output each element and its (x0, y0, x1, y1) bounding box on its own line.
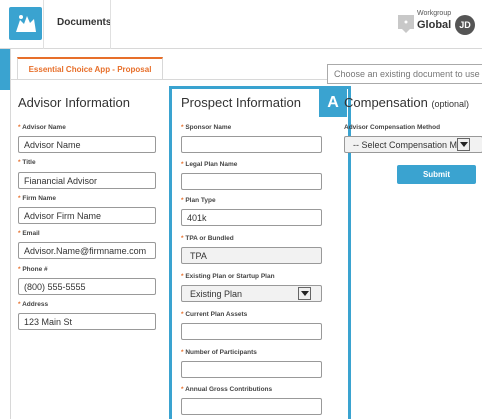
workgroup-value[interactable]: Global (417, 19, 451, 31)
workgroup-icon[interactable] (398, 15, 414, 33)
divider (43, 0, 44, 49)
tpa-or-bundled-label: * TPA or Bundled (181, 235, 234, 242)
current-plan-assets-label: * Current Plan Assets (181, 311, 248, 318)
email-label: * Email (18, 230, 40, 237)
address-label: * Address (18, 301, 49, 308)
advisor-name-label: * Advisor Name (18, 124, 66, 131)
tab-essential-choice[interactable]: Essential Choice App - Proposal (17, 57, 163, 80)
existing-plan-label: * Existing Plan or Startup Plan (181, 273, 275, 280)
existing-plan-value: Existing Plan (190, 289, 243, 299)
advisor-section-title: Advisor Information (18, 95, 130, 110)
compensation-method-value: -- Select Compensation Meth (353, 140, 470, 150)
phone-label: * Phone # (18, 266, 48, 273)
user-avatar[interactable]: JD (455, 15, 475, 35)
phone-input[interactable]: (800) 555-5555 (18, 278, 156, 295)
main-content: Essential Choice App - Proposal Choose a… (10, 49, 482, 419)
compensation-method-label: Advisor Compensation Method (344, 124, 441, 131)
email-input[interactable]: Advisor.Name@firmname.com (18, 242, 156, 259)
app-logo[interactable] (9, 7, 42, 40)
chevron-down-icon[interactable] (457, 138, 470, 151)
participants-label: * Number of Participants (181, 349, 257, 356)
prospect-section-title: Prospect Information (181, 95, 301, 110)
compensation-section-title: Compensation (optional) (344, 95, 469, 110)
title-input[interactable]: Fianancial Advisor (18, 172, 156, 189)
firm-name-label: * Firm Name (18, 195, 56, 202)
sponsor-name-input[interactable] (181, 136, 322, 153)
workgroup-label: Workgroup (417, 10, 452, 17)
advisor-name-input[interactable]: Advisor Name (18, 136, 156, 153)
document-picker-input[interactable]: Choose an existing document to use a... (327, 64, 482, 84)
tpa-or-bundled-value: TPA (190, 251, 207, 261)
title-label: * Title (18, 159, 36, 166)
firm-name-input[interactable]: Advisor Firm Name (18, 207, 156, 224)
participants-input[interactable] (181, 361, 322, 378)
submit-button[interactable]: Submit (397, 165, 476, 184)
chevron-down-icon[interactable] (298, 287, 311, 300)
annual-contributions-input[interactable] (181, 398, 322, 415)
address-input[interactable]: 123 Main St (18, 313, 156, 330)
sponsor-name-label: * Sponsor Name (181, 124, 232, 131)
tpa-or-bundled-select[interactable]: TPA (181, 247, 322, 264)
documents-link[interactable]: Documents (57, 17, 111, 28)
compensation-method-select[interactable]: -- Select Compensation Meth (344, 136, 482, 153)
logo-icon (15, 14, 36, 32)
callout-badge: A (319, 89, 347, 117)
current-plan-assets-input[interactable] (181, 323, 322, 340)
existing-plan-select[interactable]: Existing Plan (181, 285, 322, 302)
left-accent-bar (0, 49, 10, 90)
divider (110, 0, 111, 49)
top-bar: Documents Workgroup Global JD (0, 0, 482, 49)
legal-plan-name-label: * Legal Plan Name (181, 161, 238, 168)
annual-contributions-label: * Annual Gross Contributions (181, 386, 273, 393)
plan-type-input[interactable]: 401k (181, 209, 322, 226)
plan-type-label: * Plan Type (181, 197, 216, 204)
legal-plan-name-input[interactable] (181, 173, 322, 190)
